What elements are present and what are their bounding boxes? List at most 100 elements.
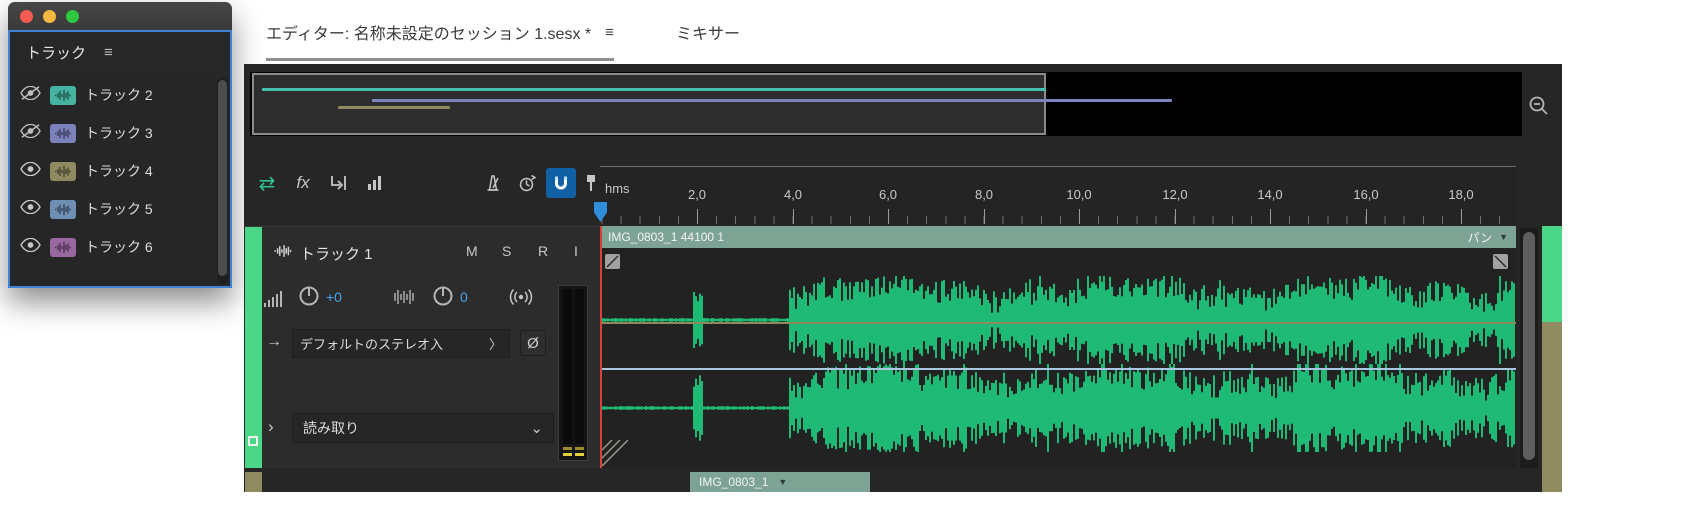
app-root: トラック ≡ トラック 2 トラック 3 トラック 4 トラック 5 トラック … bbox=[0, 0, 1682, 514]
level-meter bbox=[558, 285, 588, 461]
track-name: トラック 3 bbox=[85, 125, 153, 141]
marker-pin-icon bbox=[587, 175, 595, 191]
stereo-waveform bbox=[601, 276, 1515, 452]
input-select-value: デフォルトのステレオ入 bbox=[300, 337, 444, 352]
tab-editor[interactable]: エディター: 名称未設定のセッション 1.sesx * ≡ bbox=[266, 20, 614, 61]
minimize-window-button[interactable] bbox=[43, 10, 56, 23]
vertical-scrollbar[interactable] bbox=[1520, 228, 1538, 468]
metering-button[interactable] bbox=[360, 168, 390, 198]
time-unit-label: hms bbox=[605, 181, 630, 196]
meter-peak-mark bbox=[563, 447, 572, 450]
expander-chevron[interactable]: › bbox=[268, 417, 274, 437]
input-monitor-button[interactable]: I bbox=[574, 243, 578, 259]
track-list-item[interactable]: トラック 4 bbox=[10, 152, 230, 190]
visibility-off-icon[interactable] bbox=[20, 85, 41, 105]
clip2-header[interactable]: IMG_0803_1 ▼ bbox=[690, 472, 870, 492]
triangle-down-icon: ▼ bbox=[1499, 232, 1508, 242]
chevron-down-icon: ⌄ bbox=[530, 420, 543, 437]
timeline-overview[interactable] bbox=[250, 72, 1522, 136]
editor-panel: ⇄ fx hms 2,0 4,0 6,0 8,0 10,0 12,0 14,0 … bbox=[244, 64, 1562, 492]
zoom-window-button[interactable] bbox=[66, 10, 79, 23]
clip-envelope-select[interactable]: パン ▼ bbox=[1467, 229, 1508, 246]
tracks-panel-body: トラック ≡ トラック 2 トラック 3 トラック 4 トラック 5 トラック … bbox=[8, 30, 232, 288]
tracks-panel-title: トラック bbox=[26, 44, 87, 62]
clock-icon bbox=[519, 174, 537, 192]
track-color-strip[interactable] bbox=[245, 227, 262, 468]
clip-envelope-label: パン bbox=[1467, 230, 1493, 245]
track-list-item[interactable]: トラック 2 bbox=[10, 76, 230, 114]
effects-button[interactable]: fx bbox=[288, 168, 318, 198]
track-name: トラック 6 bbox=[85, 239, 153, 255]
tracks-scrollbar-thumb[interactable] bbox=[218, 80, 227, 276]
track-list-item[interactable]: トラック 5 bbox=[10, 190, 230, 228]
marker-button[interactable] bbox=[580, 168, 602, 198]
panel-menu-icon[interactable]: ≡ bbox=[104, 44, 113, 61]
volume-value[interactable]: +0 bbox=[326, 289, 342, 305]
record-arm-button[interactable]: R bbox=[538, 243, 548, 259]
skip-selection-button[interactable] bbox=[512, 168, 542, 198]
window-titlebar[interactable] bbox=[8, 2, 232, 30]
input-select[interactable]: デフォルトのステレオ入 〉 bbox=[292, 329, 510, 358]
meter-peak-mark bbox=[563, 453, 572, 456]
timeline-ruler[interactable]: hms 2,0 4,0 6,0 8,0 10,0 12,0 14,0 16,0 … bbox=[600, 166, 1516, 224]
snap-toggle-button[interactable] bbox=[546, 168, 576, 198]
routing-button[interactable] bbox=[324, 168, 354, 198]
right-track-color-strip bbox=[1542, 226, 1562, 492]
tracks-panel-header: トラック ≡ bbox=[10, 32, 230, 72]
tab-mixer[interactable]: ミキサー bbox=[676, 20, 740, 44]
track-list-item[interactable]: トラック 3 bbox=[10, 114, 230, 152]
automation-mode-select[interactable]: 読み取り ⌄ bbox=[292, 413, 554, 443]
waveform-area[interactable]: IMG_0803_1 44100 1 パン ▼ bbox=[600, 226, 1516, 468]
pan-knob[interactable] bbox=[432, 285, 454, 310]
track-color-chip bbox=[50, 199, 76, 219]
visibility-on-icon[interactable] bbox=[20, 237, 41, 257]
metronome-icon bbox=[487, 175, 499, 191]
overview-track2-line bbox=[372, 99, 1172, 102]
metronome-button[interactable] bbox=[478, 168, 508, 198]
vertical-scrollbar-thumb[interactable] bbox=[1523, 232, 1535, 460]
fx-icon: fx bbox=[296, 173, 310, 192]
volume-knob[interactable] bbox=[298, 285, 320, 310]
input-arrow-icon: → bbox=[266, 333, 282, 350]
visibility-off-icon[interactable] bbox=[20, 123, 41, 143]
chevron-right-icon: 〉 bbox=[488, 337, 502, 352]
move-tool-button[interactable]: ⇄ bbox=[252, 168, 282, 198]
pan-envelope-line[interactable] bbox=[600, 368, 1516, 370]
volume-envelope-line[interactable] bbox=[600, 322, 1516, 324]
triangle-down-icon: ▼ bbox=[778, 477, 788, 487]
pan-value[interactable]: 0 bbox=[460, 289, 468, 305]
track-list-item[interactable]: トラック 6 bbox=[10, 228, 230, 266]
track2-color-strip bbox=[245, 472, 262, 492]
tracks-scrollbar[interactable] bbox=[217, 78, 228, 284]
resize-hatch-icon[interactable] bbox=[602, 440, 628, 466]
solo-button[interactable]: S bbox=[502, 243, 511, 259]
right-track1-color bbox=[1542, 226, 1562, 322]
track-minimize-box[interactable] bbox=[248, 436, 258, 446]
track-color-chip bbox=[50, 123, 76, 143]
track-color-chip bbox=[50, 85, 76, 105]
minor-ticks bbox=[600, 216, 1516, 224]
visibility-on-icon[interactable] bbox=[20, 199, 41, 219]
mute-button[interactable]: M bbox=[466, 243, 478, 259]
track1-header: トラック 1 M S R I +0 0 → デフォルトのステレオ入 〉 Ø › … bbox=[244, 226, 600, 468]
phase-invert-button[interactable]: Ø bbox=[520, 330, 546, 356]
clip-header[interactable]: IMG_0803_1 44100 1 パン ▼ bbox=[600, 226, 1516, 248]
zoom-range-box[interactable] bbox=[252, 73, 1046, 135]
tab-mixer-label: ミキサー bbox=[676, 26, 741, 43]
volume-bars-icon bbox=[264, 291, 284, 310]
phase-icon: Ø bbox=[527, 334, 539, 352]
track-color-chip bbox=[50, 237, 76, 257]
magnet-icon bbox=[555, 176, 567, 190]
route-icon bbox=[331, 176, 346, 190]
close-window-button[interactable] bbox=[20, 10, 33, 23]
waveform-icon bbox=[272, 244, 294, 261]
monitor-input-icon[interactable] bbox=[508, 287, 534, 310]
visibility-on-icon[interactable] bbox=[20, 161, 41, 181]
zoom-navigator-icon[interactable] bbox=[1526, 94, 1552, 120]
tab-menu-icon[interactable]: ≡ bbox=[605, 24, 614, 41]
move-tool-icon: ⇄ bbox=[258, 172, 276, 195]
playhead-line bbox=[600, 226, 602, 468]
automation-mode-value: 読み取り bbox=[303, 420, 359, 436]
bar-chart-icon bbox=[368, 176, 381, 190]
overview-track1-line bbox=[262, 88, 1046, 91]
